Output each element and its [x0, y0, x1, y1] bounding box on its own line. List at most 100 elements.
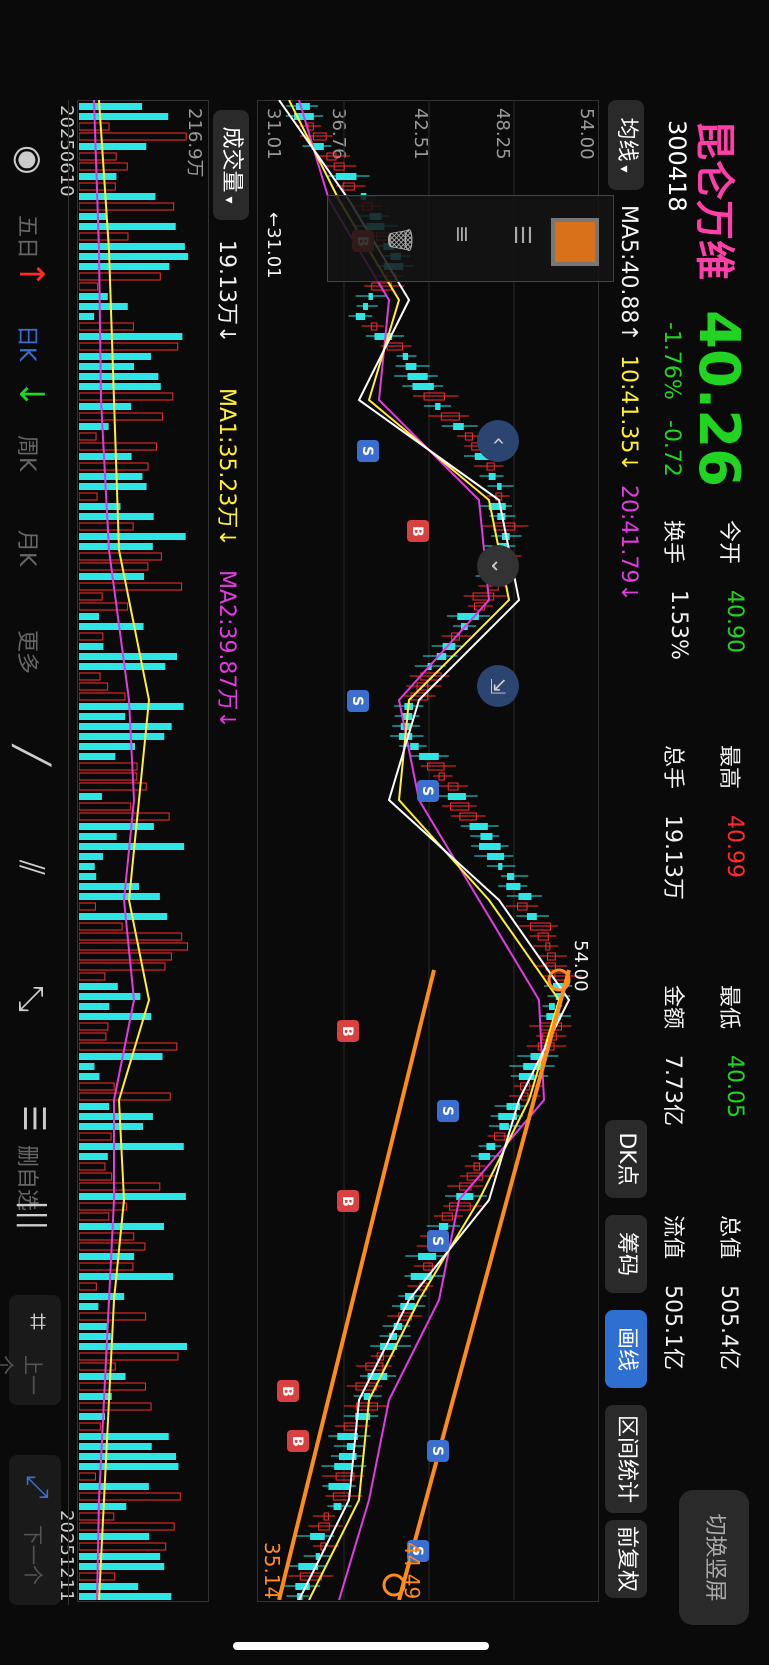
volume-bar [79, 462, 149, 471]
volume-bar [79, 1593, 172, 1600]
volume-bar [79, 322, 134, 331]
landscape-screen: 昆仑万维 300418 40.26 -1.76% -0.72 今开 40.90 … [0, 0, 769, 1665]
color-swatch[interactable] [551, 218, 599, 266]
volume-bar [79, 1352, 179, 1361]
volume-bar [79, 313, 95, 320]
candle-body [363, 303, 368, 310]
stock-price: 40.26 [686, 310, 751, 488]
ma10-line [288, 100, 561, 1600]
candle-body [526, 913, 537, 920]
volume-bar [79, 272, 161, 281]
candle-body [486, 1143, 496, 1150]
volume-bar [79, 1182, 161, 1191]
volume-bar [79, 1032, 107, 1041]
chevron-down-icon[interactable]: ⌄ [477, 545, 519, 587]
volume-bar [79, 223, 176, 230]
volume-bar [79, 913, 168, 920]
ma-selector-label: 均线 [614, 117, 639, 162]
toolbar-more[interactable]: 更多 [13, 630, 45, 674]
chips-button[interactable]: 筹码 [605, 1215, 647, 1293]
ray-line-icon[interactable]: ⤡ [11, 985, 51, 1012]
prev-stock-button[interactable]: 上一个 ⌗ [0, 1295, 61, 1405]
volume-bar [79, 1253, 135, 1260]
up-arrow-icon[interactable]: ↑ [11, 260, 51, 289]
volume-selector[interactable]: 成交量 ▾ [213, 110, 249, 220]
stock-code: 300418 [663, 120, 691, 212]
signal-b: B [407, 520, 429, 542]
volume-bar [79, 403, 132, 410]
volume-bar [79, 1202, 128, 1211]
volume-bar [79, 503, 121, 510]
range-stats-button[interactable]: 区间统计 [605, 1405, 647, 1513]
svg-text:S: S [419, 786, 435, 796]
delete-icon[interactable]: 🗑 [386, 225, 414, 255]
svg-text:B: B [409, 526, 425, 537]
signal-s: S [427, 1230, 449, 1252]
volume-bar [79, 1113, 153, 1120]
volume-bar [79, 1123, 143, 1130]
toolbar-week-k[interactable]: 周K [13, 435, 45, 471]
volume-bar [79, 243, 185, 250]
svg-text:S: S [429, 1236, 445, 1246]
line-style-solid-icon[interactable]: ≡ [449, 225, 474, 243]
volume-bar [79, 823, 154, 830]
toolbar-day-k[interactable]: 日K [13, 325, 45, 361]
candle-body [487, 853, 505, 860]
shrink-icon[interactable]: ⇲ [477, 665, 519, 707]
draw-line-button[interactable]: 画线 [605, 1310, 647, 1388]
volume-bar [79, 533, 186, 540]
next-stock-button[interactable]: 下一个 ⤢ [9, 1455, 61, 1605]
volume-bar [79, 1453, 177, 1460]
parallel-line-icon[interactable]: ⫽ [11, 860, 51, 875]
volume-bar [79, 1492, 181, 1501]
volume-bar [79, 983, 118, 990]
adjust-button[interactable]: 前复权 [605, 1520, 647, 1598]
golden-ratio-icon[interactable]: ☰ [16, 1105, 51, 1132]
volume-bar [79, 1193, 186, 1200]
volume-bar [79, 812, 170, 821]
volume-bar [79, 522, 134, 531]
volume-bar [79, 1533, 150, 1540]
prev-stock-label: 上一个 [0, 1355, 45, 1395]
svg-text:S: S [439, 1106, 455, 1116]
eye-icon[interactable]: ◉ [9, 145, 49, 175]
toolbar-month-k[interactable]: 月K [13, 530, 45, 566]
volume-bar [79, 602, 128, 611]
candle-body [334, 1463, 353, 1470]
volume-bar [79, 1333, 111, 1340]
volume-bar [79, 863, 95, 870]
dropdown-icon: ▾ [616, 165, 632, 173]
volume-bar [79, 303, 128, 310]
volume-bar [79, 733, 165, 740]
toolbar-five-day[interactable]: 五日 [13, 215, 45, 259]
candle-body [405, 363, 417, 370]
volume-bar [79, 1553, 161, 1560]
dropdown-icon: ▾ [221, 196, 237, 204]
ma5-line [278, 100, 571, 1600]
volume-bar [79, 1583, 139, 1590]
collapse-icon[interactable]: ‹ [477, 420, 519, 462]
volume-bar [79, 1042, 178, 1051]
candle-body [453, 423, 464, 430]
line-style-dashed-icon[interactable]: ☰ [509, 225, 534, 245]
volume-bar [79, 1132, 112, 1141]
expand-icon: ⤢ [20, 1475, 55, 1499]
stat-value-volume: 19.13万 [660, 815, 685, 900]
bars-icon[interactable]: ||| [16, 1200, 51, 1230]
switch-portrait-button[interactable]: 切换竖屏 [679, 1490, 749, 1625]
volume-bar [79, 173, 117, 180]
volume-bar [79, 952, 172, 961]
dk-point-button[interactable]: DK点 [605, 1120, 647, 1198]
volume-bar [79, 893, 160, 900]
stat-label-high: 最高 [716, 745, 741, 790]
volume-bar [79, 833, 117, 840]
high-annotation: 54.00 [570, 940, 591, 992]
segment-line-icon[interactable]: ╱ [11, 745, 51, 765]
volume-bar [79, 1483, 149, 1490]
stat-value-low: 40.05 [722, 1055, 747, 1118]
down-arrow-icon[interactable]: ↓ [11, 380, 51, 409]
volume-bar [79, 483, 147, 490]
ma-selector[interactable]: 均线 ▾ [608, 100, 644, 190]
signal-s: S [417, 780, 439, 802]
stat-label-amount: 金额 [660, 985, 685, 1030]
